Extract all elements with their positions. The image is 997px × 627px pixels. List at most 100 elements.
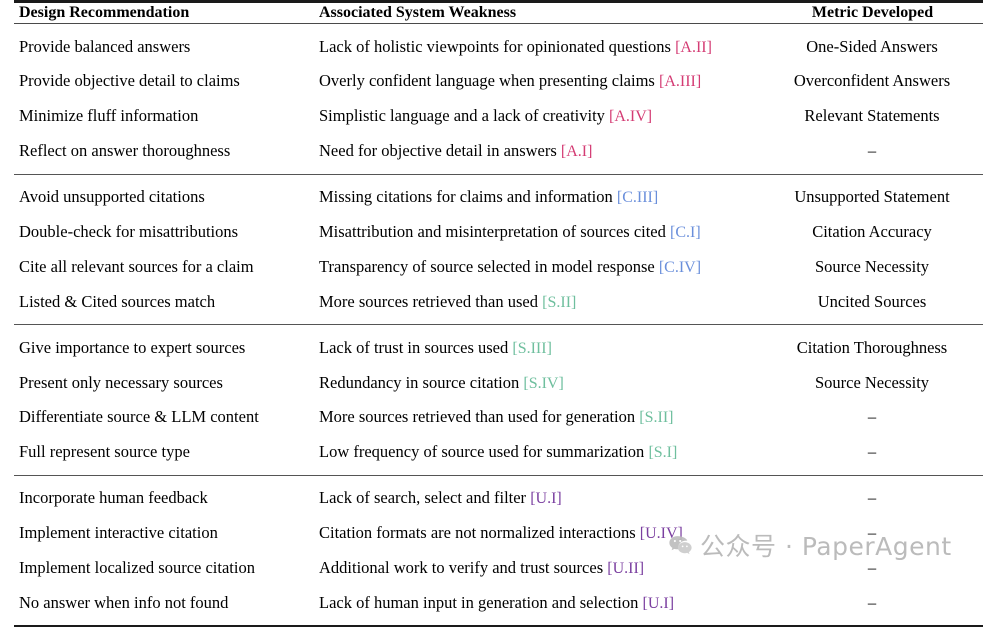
weakness-reference-tag: [C.I] <box>670 223 701 241</box>
table-row: Double-check for misattributions Misattri… <box>14 214 983 249</box>
cell-weakness: Low frequency of source used for summari… <box>317 435 767 470</box>
weakness-reference-tag: [S.II] <box>542 293 577 311</box>
cell-metric: Relevant Statements <box>804 106 940 126</box>
cell-recommendation: Avoid unsupported citations <box>19 187 205 207</box>
cell-recommendation: Implement interactive citation <box>19 523 218 543</box>
weakness-text: Citation formats are not normalized inte… <box>319 523 636 543</box>
table-row: Avoid unsupported citations Missing citat… <box>14 180 983 215</box>
cell-recommendation: Cite all relevant sources for a claim <box>19 256 254 276</box>
cell-recommendation: Implement localized source citation <box>19 557 255 577</box>
cell-metric: Uncited Sources <box>817 291 927 311</box>
weakness-text: Lack of human input in generation and se… <box>319 592 639 612</box>
cell-recommendation: No answer when info not found <box>19 592 229 612</box>
weakness-reference-tag: [S.IV] <box>523 374 564 392</box>
weakness-text: Misattribution and misinterpretation of … <box>319 221 666 241</box>
cell-metric: Citation Thoroughness <box>796 337 948 357</box>
weakness-text: Overly confident language when presentin… <box>319 71 655 91</box>
cell-recommendation: Minimize fluff information <box>19 106 199 126</box>
cell-metric: Source Necessity <box>814 372 930 392</box>
cell-recommendation: Reflect on answer thoroughness <box>19 141 231 161</box>
weakness-text: Additional work to verify and trust sour… <box>319 557 604 577</box>
column-header-metric: Metric Developed <box>811 4 934 21</box>
weakness-text: Low frequency of source used for summari… <box>319 442 645 462</box>
cell-metric-empty: – <box>867 523 877 543</box>
cell-metric-empty: – <box>867 592 877 612</box>
weakness-text: Redundancy in source citation <box>319 372 520 392</box>
cell-metric: One-Sided Answers <box>806 36 938 56</box>
table-row: Minimize fluff information Simplistic lan… <box>14 99 983 134</box>
cell-weakness: Simplistic language and a lack of creati… <box>317 99 767 134</box>
cell-recommendation: Differentiate source & LLM content <box>19 407 259 427</box>
table-row: Incorporate human feedback Lack of search… <box>14 481 983 516</box>
cell-weakness: Transparency of source selected in model… <box>317 249 767 284</box>
design-recommendation-table: Design Recommendation Associated System W… <box>14 0 983 627</box>
cell-weakness: Citation formats are not normalized inte… <box>317 516 767 551</box>
weakness-reference-tag: [S.I] <box>648 444 678 462</box>
cell-recommendation: Listed & Cited sources match <box>19 291 216 311</box>
weakness-text: Lack of holistic viewpoints for opiniona… <box>319 36 671 56</box>
cell-metric-empty: – <box>867 141 877 161</box>
cell-recommendation: Incorporate human feedback <box>19 488 208 508</box>
cell-weakness: Misattribution and misinterpretation of … <box>317 214 767 249</box>
cell-weakness: Lack of trust in sources used [S.III] <box>317 330 767 365</box>
cell-weakness: Redundancy in source citation [S.IV] <box>317 365 767 400</box>
weakness-reference-tag: [C.IV] <box>658 258 702 276</box>
weakness-reference-tag: [A.IV] <box>609 108 653 126</box>
table-header-row: Design Recommendation Associated System W… <box>14 3 983 24</box>
table-row: Implement localized source citation Addit… <box>14 550 983 585</box>
table-row: Listed & Cited sources match More sources… <box>14 284 983 319</box>
cell-metric-empty: – <box>867 557 877 577</box>
weakness-text: Need for objective detail in answers <box>319 141 557 161</box>
weakness-reference-tag: [C.III] <box>616 189 659 207</box>
cell-weakness: Need for objective detail in answers [A.… <box>317 134 767 169</box>
weakness-reference-tag: [U.IV] <box>639 525 683 543</box>
weakness-reference-tag: [U.II] <box>607 559 645 577</box>
cell-recommendation: Provide objective detail to claims <box>19 71 240 91</box>
cell-recommendation: Provide balanced answers <box>19 36 191 56</box>
weakness-reference-tag: [A.III] <box>658 73 702 91</box>
table-row: Cite all relevant sources for a claim Tra… <box>14 249 983 284</box>
weakness-text: Transparency of source selected in model… <box>319 256 655 276</box>
table-row: Present only necessary sources Redundancy… <box>14 365 983 400</box>
table-row: No answer when info not found Lack of hum… <box>14 585 983 620</box>
weakness-reference-tag: [U.I] <box>642 594 675 612</box>
cell-recommendation: Full represent source type <box>19 442 190 462</box>
cell-metric: Unsupported Statement <box>794 187 950 207</box>
cell-weakness: More sources retrieved than used [S.II] <box>317 284 767 319</box>
table-row: Full represent source type Low frequency … <box>14 435 983 470</box>
cell-metric-empty: – <box>867 442 877 462</box>
table-row: Provide balanced answers Lack of holistic… <box>14 29 983 64</box>
column-header-weakness: Associated System Weakness <box>319 4 517 21</box>
cell-metric-empty: – <box>867 488 877 508</box>
weakness-reference-tag: [U.I] <box>530 490 562 508</box>
weakness-text: More sources retrieved than used for gen… <box>319 407 636 427</box>
weakness-text: Missing citations for claims and informa… <box>319 187 613 207</box>
weakness-text: Lack of search, select and filter <box>319 488 527 508</box>
table-row: Give importance to expert sources Lack of… <box>14 330 983 365</box>
table-row: Differentiate source & LLM content More s… <box>14 400 983 435</box>
cell-weakness: Missing citations for claims and informa… <box>317 180 767 215</box>
cell-weakness: More sources retrieved than used for gen… <box>317 400 767 435</box>
cell-weakness: Overly confident language when presentin… <box>317 64 767 99</box>
cell-metric: Citation Accuracy <box>812 221 932 241</box>
cell-recommendation: Give importance to expert sources <box>19 337 246 357</box>
cell-metric-empty: – <box>867 407 877 427</box>
weakness-reference-tag: [S.III] <box>512 339 552 357</box>
weakness-text: Lack of trust in sources used <box>319 337 509 357</box>
cell-weakness: Lack of human input in generation and se… <box>317 585 767 620</box>
cell-recommendation: Present only necessary sources <box>19 372 223 392</box>
cell-metric: Overconfident Answers <box>793 71 951 91</box>
cell-recommendation: Double-check for misattributions <box>19 221 239 241</box>
table-container: Design Recommendation Associated System W… <box>0 0 997 627</box>
cell-weakness: Lack of search, select and filter [U.I] <box>317 481 767 516</box>
cell-weakness: Lack of holistic viewpoints for opiniona… <box>317 29 767 64</box>
column-header-recommendation: Design Recommendation <box>19 4 190 21</box>
weakness-reference-tag: [S.II] <box>639 409 674 427</box>
cell-weakness: Additional work to verify and trust sour… <box>317 550 767 585</box>
table-row: Reflect on answer thoroughness Need for o… <box>14 134 983 169</box>
weakness-text: Simplistic language and a lack of creati… <box>319 106 605 126</box>
cell-metric: Source Necessity <box>814 256 930 276</box>
weakness-reference-tag: [A.I] <box>560 143 593 161</box>
table-row: Implement interactive citation Citation f… <box>14 516 983 551</box>
weakness-text: More sources retrieved than used <box>319 291 539 311</box>
